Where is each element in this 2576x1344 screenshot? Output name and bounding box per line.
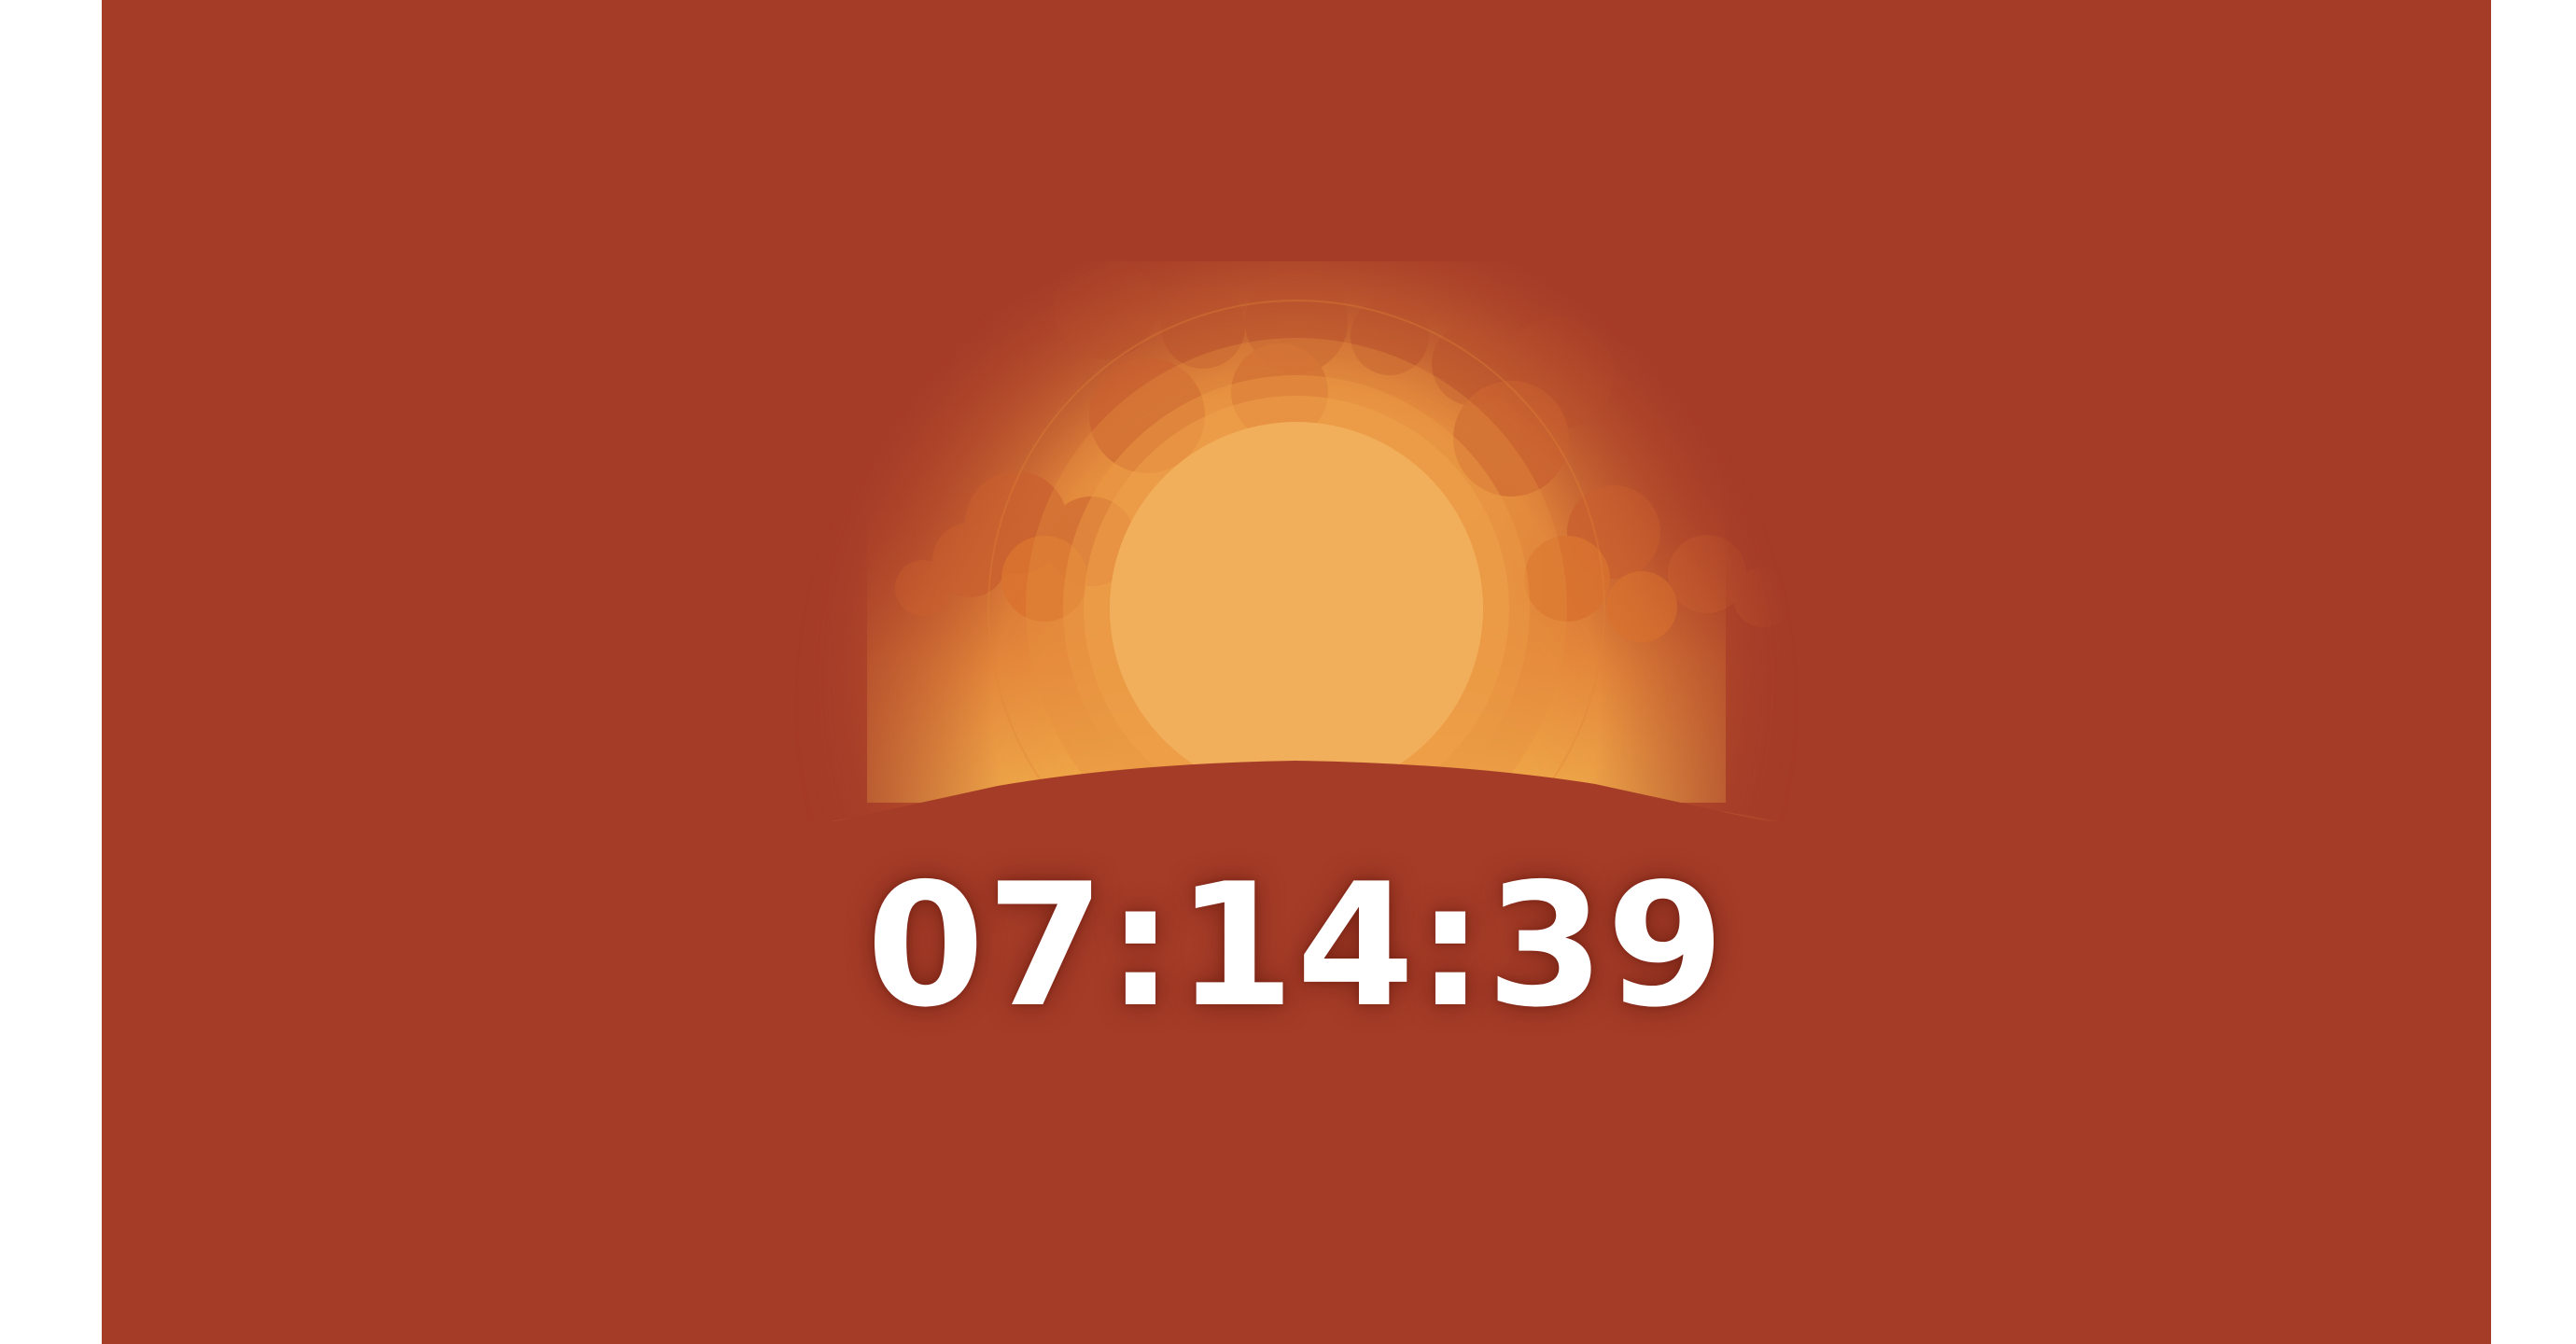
sun-icon xyxy=(1110,422,1483,795)
clock-time: 07:14:39 xyxy=(866,847,1727,1044)
sunrise-illustration xyxy=(102,257,2491,1344)
sunrise-clock-screen: 07:14:39 xyxy=(102,0,2491,1344)
